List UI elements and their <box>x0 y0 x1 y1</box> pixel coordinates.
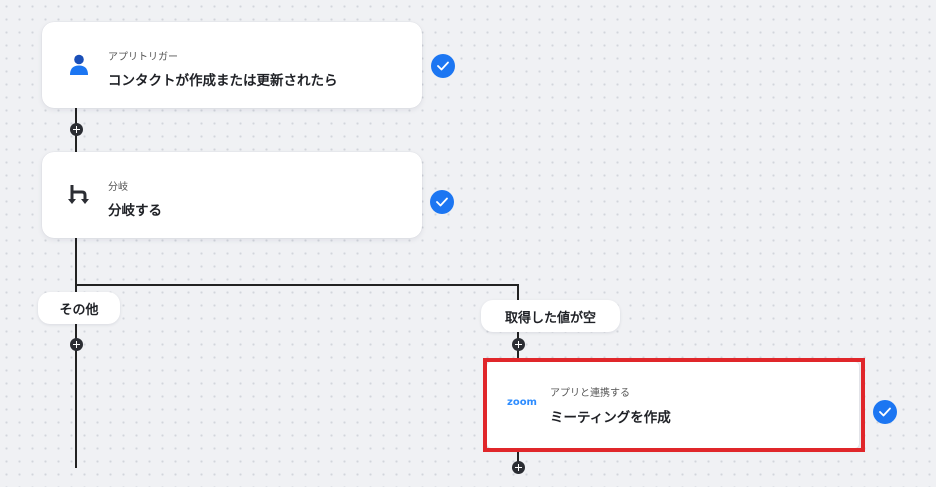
trigger-step-card[interactable]: アプリトリガー コンタクトが作成または更新されたら <box>42 22 422 108</box>
check-icon <box>430 190 454 214</box>
step-subtitle: 分岐 <box>108 182 128 193</box>
add-step-button[interactable] <box>70 123 83 136</box>
person-icon <box>66 52 92 78</box>
branch-label-text: 取得した値が空 <box>504 310 596 326</box>
selection-highlight <box>483 358 865 452</box>
branch-label-text: その他 <box>59 302 99 318</box>
check-icon <box>431 54 455 78</box>
connector-line <box>75 238 77 468</box>
branch-label-empty-value[interactable]: 取得した値が空 <box>481 300 620 332</box>
branch-connector-horizontal <box>75 284 519 286</box>
step-subtitle: アプリトリガー <box>108 52 178 63</box>
add-step-button[interactable] <box>512 338 525 351</box>
step-title: 分岐する <box>108 203 162 219</box>
add-step-button[interactable] <box>70 338 83 351</box>
check-icon <box>873 400 897 424</box>
add-step-button[interactable] <box>512 461 525 474</box>
branch-step-card[interactable]: 分岐 分岐する <box>42 152 422 238</box>
branch-icon <box>66 182 92 208</box>
branch-label-other[interactable]: その他 <box>38 292 120 324</box>
step-title: コンタクトが作成または更新されたら <box>108 73 338 89</box>
